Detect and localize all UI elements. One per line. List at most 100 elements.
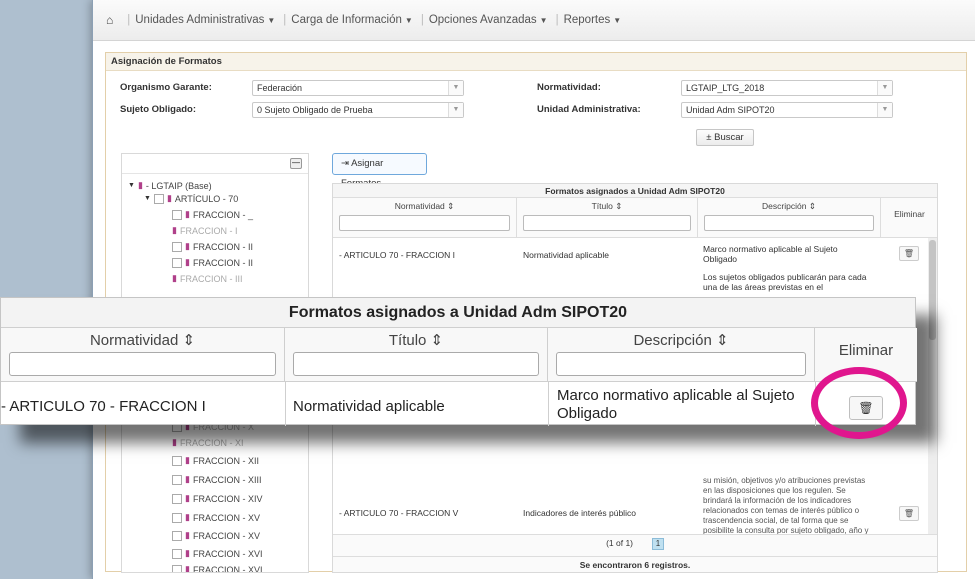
asignar-formatos-button[interactable]: ⇥ Asignar Formatos bbox=[332, 153, 427, 189]
tree-item-label: FRACCION - _ bbox=[192, 209, 253, 220]
folder-icon: ▮ bbox=[185, 257, 190, 267]
tree-checkbox[interactable] bbox=[172, 493, 182, 504]
sujeto-value: 0 Sujeto Obligado de Prueba bbox=[257, 105, 373, 115]
nav-carga[interactable]: | Carga de Información ▼ bbox=[283, 14, 413, 26]
zoom-col-descripcion-header[interactable]: Descripción ⇕ bbox=[548, 328, 815, 382]
zoom-filter-normatividad-input[interactable] bbox=[9, 352, 276, 376]
nav-reportes-label: Reportes bbox=[563, 14, 611, 26]
col-normatividad-header[interactable]: Normatividad ⇕ bbox=[333, 198, 517, 238]
folder-icon: ▮ bbox=[185, 530, 190, 540]
zoom-col-divider bbox=[548, 382, 549, 426]
tree-item[interactable]: ▮ FRACCION - XVI bbox=[172, 564, 262, 572]
home-icon[interactable]: ⌂ bbox=[106, 13, 113, 27]
row1-descripcion: Marco normativo aplicable al Sujeto Obli… bbox=[703, 244, 838, 264]
grid-caption: Formatos asignados a Unidad Adm SIPOT20 bbox=[333, 184, 937, 198]
tree-checkbox[interactable] bbox=[172, 455, 182, 466]
tree-item[interactable]: ▮ FRACCION - XII bbox=[172, 455, 259, 466]
tree-checkbox[interactable] bbox=[172, 548, 182, 559]
col-titulo-header[interactable]: Título ⇕ bbox=[517, 198, 698, 238]
scroll-thumb[interactable] bbox=[929, 240, 936, 340]
page-button-1[interactable]: 1 bbox=[651, 538, 664, 550]
nav-unidades[interactable]: | Unidades Administrativas ▼ bbox=[127, 14, 275, 26]
tree-checkbox[interactable] bbox=[172, 564, 182, 572]
folder-icon: ▮ bbox=[185, 209, 190, 219]
chevron-down-icon: ▼ bbox=[448, 103, 463, 117]
tree-checkbox[interactable] bbox=[172, 257, 182, 268]
sort-icon: ⇕ bbox=[447, 201, 455, 211]
tree-checkbox[interactable] bbox=[172, 209, 182, 220]
zoom-grid-caption: Formatos asignados a Unidad Adm SIPOT20 bbox=[1, 298, 915, 328]
arrow-right-icon: ⇥ bbox=[341, 158, 352, 169]
tree-item[interactable]: ▮ FRACCION - III bbox=[172, 273, 242, 284]
chevron-down-icon: ▼ bbox=[877, 81, 892, 95]
organismo-value: Federación bbox=[257, 83, 303, 93]
zoom-filter-descripcion-input[interactable] bbox=[556, 352, 806, 376]
pager-text: (1 of 1) bbox=[606, 538, 634, 548]
trash-icon[interactable]: 🗑 bbox=[899, 506, 919, 521]
zoom-col-normatividad-label: Normatividad bbox=[89, 332, 179, 349]
tree-item[interactable]: ▮ FRACCION - XI bbox=[172, 437, 243, 448]
app-window: ⌂ | Unidades Administrativas ▼ | Carga de I… bbox=[92, 0, 975, 579]
tree-checkbox[interactable] bbox=[172, 512, 182, 523]
collapse-icon[interactable]: — bbox=[290, 158, 302, 169]
sujeto-select[interactable]: 0 Sujeto Obligado de Prueba ▼ bbox=[252, 102, 464, 118]
top-navbar: ⌂ | Unidades Administrativas ▼ | Carga de I… bbox=[93, 0, 975, 41]
zoom-filter-titulo-input[interactable] bbox=[293, 352, 539, 376]
zoom-col-normatividad-header[interactable]: Normatividad ⇕ bbox=[1, 328, 285, 382]
filter-titulo-input[interactable] bbox=[523, 215, 691, 231]
col-normatividad-label: Normatividad bbox=[394, 201, 445, 211]
tree-item[interactable]: ▮ FRACCION - II bbox=[172, 241, 253, 252]
tree-item-label: FRACCION - II bbox=[192, 241, 253, 252]
unidad-select[interactable]: Unidad Adm SIPOT20 ▼ bbox=[681, 102, 893, 118]
folder-icon: ▮ bbox=[185, 455, 190, 465]
col-descripcion-label: Descripción bbox=[762, 201, 807, 211]
tree-item[interactable]: ▮ FRACCION - _ bbox=[172, 209, 253, 220]
nav-opciones[interactable]: | Opciones Avanzadas ▼ bbox=[421, 14, 548, 26]
zoomed-grid-callout: Formatos asignados a Unidad Adm SIPOT20 … bbox=[0, 297, 917, 426]
zoom-row1-titulo: Normatividad aplicable bbox=[293, 398, 445, 415]
tree-item-label: FRACCION - II bbox=[192, 257, 253, 268]
grid-scrollbar[interactable] bbox=[928, 238, 937, 538]
folder-icon: ▮ bbox=[172, 273, 177, 283]
tree-item[interactable]: ▮ FRACCION - XV bbox=[172, 512, 260, 523]
organismo-label: Organismo Garante: bbox=[120, 82, 212, 93]
trash-icon[interactable]: 🗑 bbox=[849, 396, 883, 420]
tree-checkbox[interactable] bbox=[153, 193, 164, 204]
row1-normatividad: - ARTICULO 70 - FRACCION I bbox=[339, 250, 456, 260]
zoom-col-titulo-header[interactable]: Título ⇕ bbox=[285, 328, 548, 382]
tree-item[interactable]: ▮ FRACCION - II bbox=[172, 257, 253, 268]
organismo-select[interactable]: Federación ▼ bbox=[252, 80, 464, 96]
sort-icon: ⇕ bbox=[615, 201, 623, 211]
zoom-col-divider bbox=[285, 382, 286, 426]
tree-checkbox[interactable] bbox=[172, 530, 182, 541]
tree-checkbox[interactable] bbox=[172, 241, 182, 252]
tree-item[interactable]: ▮ FRACCION - XV bbox=[172, 530, 260, 541]
col-eliminar-header: Eliminar bbox=[881, 198, 937, 238]
expand-icon[interactable]: ▼ bbox=[128, 182, 135, 189]
sujeto-label: Sujeto Obligado: bbox=[120, 104, 196, 115]
tree-item[interactable]: ▮ FRACCION - XVI bbox=[172, 548, 262, 559]
buscar-button[interactable]: ± Buscar bbox=[696, 129, 754, 146]
filter-normatividad-input[interactable] bbox=[339, 215, 510, 231]
col-descripcion-header[interactable]: Descripción ⇕ bbox=[698, 198, 881, 238]
buscar-label: Buscar bbox=[714, 132, 744, 143]
records-count: Se encontraron 6 registros. bbox=[333, 556, 937, 572]
filter-descripcion-input[interactable] bbox=[704, 215, 874, 231]
tree-articulo[interactable]: ▼ ▮ ARTÍCULO - 70 bbox=[144, 193, 238, 204]
expand-icon[interactable]: ▼ bbox=[144, 195, 151, 202]
zoom-row1-normatividad: - ARTICULO 70 - FRACCION I bbox=[1, 398, 206, 415]
folder-icon: ▮ bbox=[185, 493, 190, 503]
nav-reportes[interactable]: | Reportes ▼ bbox=[556, 14, 622, 26]
sort-icon: ⇕ bbox=[715, 332, 729, 349]
trash-icon[interactable]: 🗑 bbox=[899, 246, 919, 261]
tree-filter-input[interactable]: — bbox=[122, 154, 308, 174]
chevron-down-icon: ▼ bbox=[267, 16, 276, 25]
grid-footer: (1 of 1) 1 Se encontraron 6 registros. bbox=[333, 534, 937, 572]
row1-titulo: Normatividad aplicable bbox=[523, 250, 609, 260]
tree-checkbox[interactable] bbox=[172, 474, 182, 485]
tree-root[interactable]: ▼ ▮ - LGTAIP (Base) bbox=[128, 180, 212, 191]
tree-item[interactable]: ▮ FRACCION - XIV bbox=[172, 493, 262, 504]
tree-item[interactable]: ▮ FRACCION - I bbox=[172, 225, 237, 236]
tree-item[interactable]: ▮ FRACCION - XIII bbox=[172, 474, 261, 485]
normatividad-select[interactable]: LGTAIP_LTG_2018 ▼ bbox=[681, 80, 893, 96]
